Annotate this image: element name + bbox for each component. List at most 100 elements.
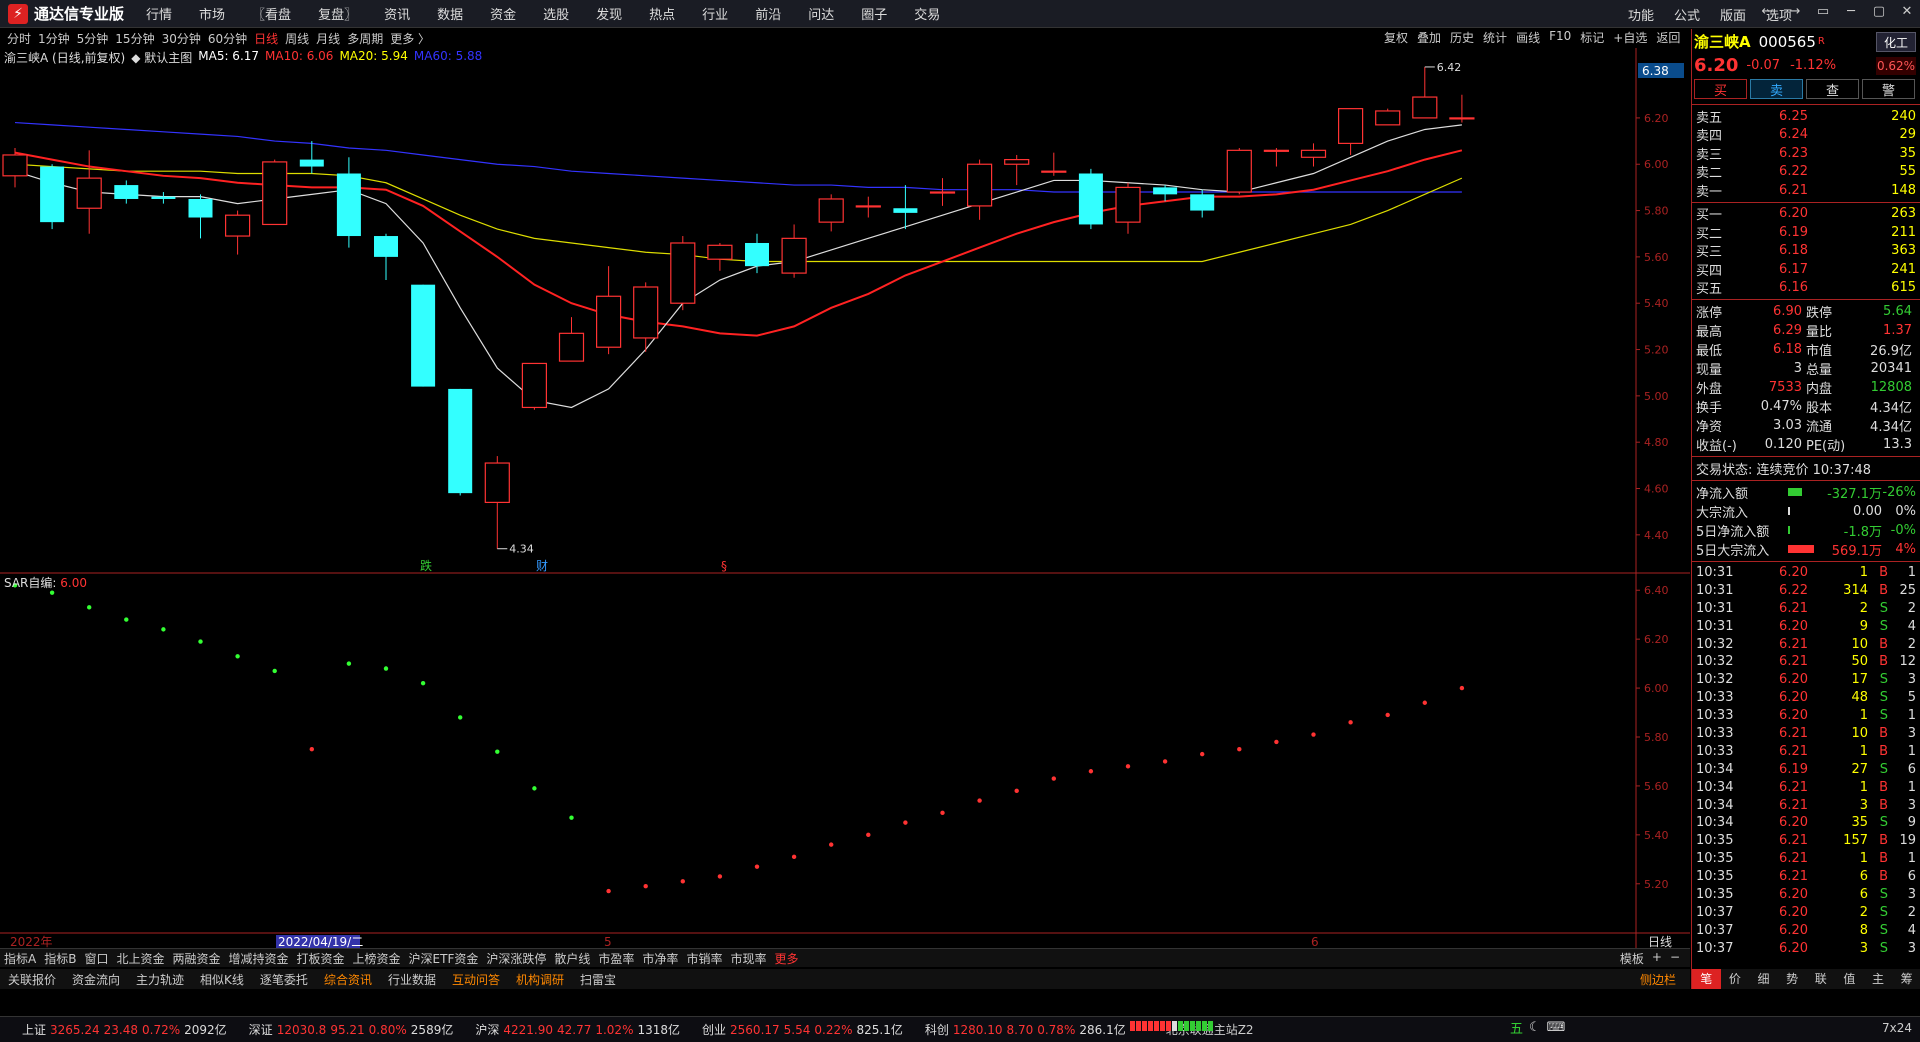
close-icon[interactable]: ✕	[1900, 4, 1914, 19]
menu-item[interactable]: 〖看盘	[252, 4, 291, 23]
restore-icon[interactable]: ▭	[1816, 4, 1830, 19]
info-tab[interactable]: 综合资讯	[324, 971, 372, 988]
wubi-icon[interactable]: 五	[1510, 1018, 1523, 1037]
period-tab[interactable]: 1分钟	[38, 30, 70, 47]
menu-item[interactable]: 市场	[199, 4, 225, 23]
indicator-tab[interactable]: 市现率	[730, 950, 766, 967]
right-menu-item[interactable]: 公式	[1674, 5, 1700, 24]
template-control[interactable]: −	[1670, 950, 1680, 967]
alert-button[interactable]: 警	[1862, 79, 1915, 99]
info-tab[interactable]: 关联报价	[8, 971, 56, 988]
chart-tool-button[interactable]: 叠加	[1417, 29, 1441, 46]
period-tab[interactable]: 更多 〉	[390, 30, 430, 47]
indicator-tab[interactable]: 沪深涨跌停	[486, 950, 546, 967]
tick-list[interactable]: 10:31 6.20 1 B 1 10:31 6.22 314 B 25 10:31 6.21 2 S 2 1…	[1692, 564, 1920, 958]
info-tab[interactable]: 相似K线	[200, 971, 244, 988]
info-tab[interactable]: 扫雷宝	[580, 971, 616, 988]
side-tab[interactable]: 笔	[1692, 969, 1721, 989]
index-name[interactable]: 科创	[925, 1021, 949, 1038]
sector-button[interactable]: 化工	[1876, 32, 1916, 52]
index-name[interactable]: 深证	[249, 1021, 273, 1038]
info-tab[interactable]: 资金流向	[72, 971, 120, 988]
right-menu-item[interactable]: 功能	[1628, 5, 1654, 24]
menu-item[interactable]: 选股	[543, 4, 569, 23]
period-tab[interactable]: 分时	[7, 30, 31, 47]
period-tab[interactable]: 5分钟	[77, 30, 109, 47]
back-icon[interactable]: ←	[1760, 4, 1774, 19]
sell-button[interactable]: 卖	[1750, 79, 1803, 99]
maximize-icon[interactable]: ▢	[1872, 4, 1886, 19]
info-tab[interactable]: 行业数据	[388, 971, 436, 988]
chart-tool-button[interactable]: F10	[1549, 29, 1571, 46]
chart-tool-button[interactable]: +自选	[1613, 29, 1647, 46]
template-control[interactable]: +	[1652, 950, 1662, 967]
menu-item[interactable]: 问达	[808, 4, 834, 23]
info-tab[interactable]: 互动问答	[452, 971, 500, 988]
info-tab[interactable]: 逐笔委托	[260, 971, 308, 988]
moon-icon[interactable]: ☾	[1529, 1020, 1541, 1035]
menu-item[interactable]: 圈子	[861, 4, 887, 23]
side-tab[interactable]: 值	[1835, 969, 1864, 989]
chart-tool-button[interactable]: 统计	[1483, 29, 1507, 46]
query-button[interactable]: 查	[1806, 79, 1859, 99]
info-tab[interactable]: 主力轨迹	[136, 971, 184, 988]
menu-item[interactable]: 行情	[146, 4, 172, 23]
side-tab[interactable]: 价	[1721, 969, 1750, 989]
index-name[interactable]: 沪深	[475, 1021, 499, 1038]
period-tab[interactable]: 周线	[285, 30, 309, 47]
menu-item[interactable]: 发现	[596, 4, 622, 23]
main-chart-label[interactable]: ◆ 默认主图	[131, 49, 192, 66]
forward-icon[interactable]: →	[1788, 4, 1802, 19]
side-tab[interactable]: 联	[1807, 969, 1836, 989]
indicator-tab[interactable]: 两融资金	[172, 950, 220, 967]
period-tab[interactable]: 60分钟	[208, 30, 247, 47]
indicator-tab[interactable]: 散户线	[554, 950, 590, 967]
sar-label[interactable]: SAR自编	[4, 576, 52, 590]
menu-item[interactable]: 资讯	[384, 4, 410, 23]
indicator-tab[interactable]: 上榜资金	[353, 950, 401, 967]
side-tab[interactable]: 主	[1864, 969, 1893, 989]
index-name[interactable]: 上证	[22, 1021, 46, 1038]
indicator-tab[interactable]: 市净率	[642, 950, 678, 967]
minimize-icon[interactable]: ─	[1844, 4, 1858, 19]
right-menu-item[interactable]: 版面	[1720, 5, 1746, 24]
chart-canvas[interactable]: 6.38 6.20 6.00 5.80 5.60 5.40 5.20 5.00 4.80 4.60…	[0, 48, 1690, 948]
info-tab[interactable]: 机构调研	[516, 971, 564, 988]
news-7x24[interactable]: 7x24	[1882, 1021, 1912, 1035]
indicator-tab[interactable]: 指标B	[44, 950, 76, 967]
period-tab[interactable]: 15分钟	[115, 30, 154, 47]
template-control[interactable]: 模板	[1620, 950, 1644, 967]
chart-tool-button[interactable]: 复权	[1384, 29, 1408, 46]
indicator-tab[interactable]: 北上资金	[116, 950, 164, 967]
buy-button[interactable]: 买	[1694, 79, 1747, 99]
side-tab[interactable]: 势	[1778, 969, 1807, 989]
indicator-tab[interactable]: 市盈率	[598, 950, 634, 967]
period-tab[interactable]: 30分钟	[162, 30, 201, 47]
indicator-tab[interactable]: 增减持资金	[229, 950, 289, 967]
keyboard-icon[interactable]: ⌨	[1547, 1020, 1566, 1035]
sidebar-toggle[interactable]: 侧边栏	[1640, 971, 1676, 988]
period-tab[interactable]: 月线	[316, 30, 340, 47]
chart-tool-button[interactable]: 返回	[1656, 29, 1680, 46]
menu-item[interactable]: 资金	[490, 4, 516, 23]
side-tab[interactable]: 细	[1749, 969, 1778, 989]
indicator-tab[interactable]: 指标A	[4, 950, 36, 967]
chart-tool-button[interactable]: 画线	[1516, 29, 1540, 46]
menu-item[interactable]: 热点	[649, 4, 675, 23]
chart-tool-button[interactable]: 历史	[1450, 29, 1474, 46]
period-tab[interactable]: 多周期	[347, 30, 383, 47]
chart-tool-button[interactable]: 标记	[1580, 29, 1604, 46]
menu-item[interactable]: 数据	[437, 4, 463, 23]
indicator-tab[interactable]: 市销率	[686, 950, 722, 967]
menu-item[interactable]: 复盘〗	[318, 4, 357, 23]
menu-item[interactable]: 行业	[702, 4, 728, 23]
menu-item[interactable]: 前沿	[755, 4, 781, 23]
indicator-tab[interactable]: 打板资金	[297, 950, 345, 967]
menu-item[interactable]: 交易	[914, 4, 940, 23]
indicator-tab[interactable]: 更多	[774, 950, 798, 967]
side-tab[interactable]: 筹	[1892, 969, 1920, 989]
index-name[interactable]: 创业	[702, 1021, 726, 1038]
indicator-tab[interactable]: 沪深ETF资金	[409, 950, 479, 967]
indicator-tab[interactable]: 窗口	[84, 950, 108, 967]
period-tab[interactable]: 日线	[254, 30, 278, 47]
